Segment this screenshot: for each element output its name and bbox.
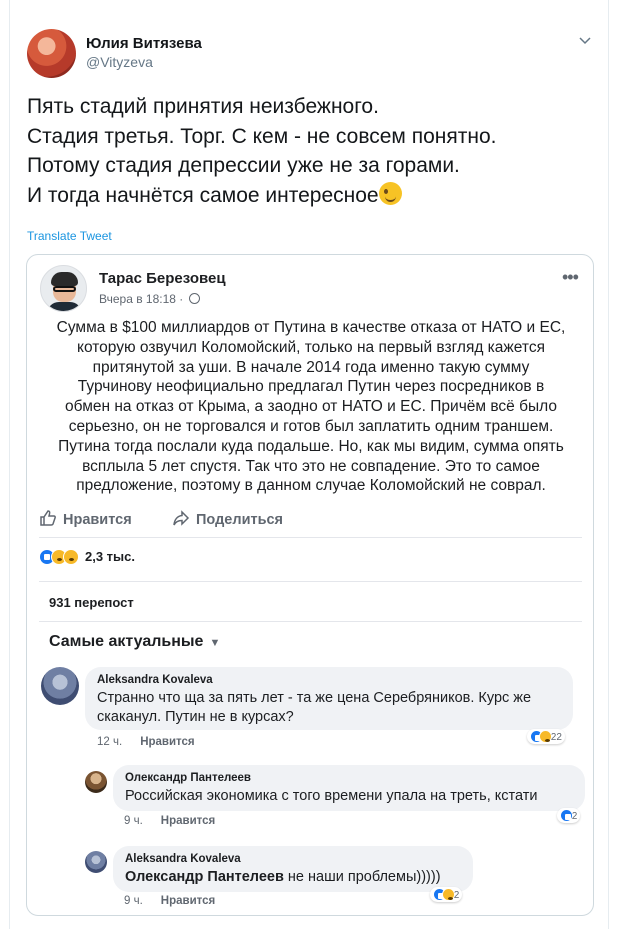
comment-reactions[interactable]: 22 xyxy=(527,729,565,744)
commenter-avatar[interactable] xyxy=(85,771,107,793)
like-reaction-icon xyxy=(560,809,573,822)
comment-mention[interactable]: Олександр Пантелеев xyxy=(125,869,284,885)
commenter-avatar[interactable] xyxy=(41,667,79,705)
fb-text-line: Путина тогда послали куда подальше. Но, … xyxy=(58,437,564,455)
fb-text-line: притянутой за уши. В начале 2014 года им… xyxy=(92,358,530,376)
wow-reaction-icon xyxy=(63,549,79,565)
fb-text-line: Сумма в $100 миллиардов от Путина в каче… xyxy=(56,319,566,336)
fb-text-line: предложение, поэтому в данном случае Кол… xyxy=(76,477,546,495)
commenter-name[interactable]: Aleksandra Kovaleva xyxy=(125,853,461,865)
comment-like-button[interactable]: Нравится xyxy=(140,736,194,748)
share-label: Поделиться xyxy=(196,512,284,528)
comment-like-button[interactable]: Нравится xyxy=(161,895,215,907)
tweet-line: Пять стадий принятия неизбежного. xyxy=(27,95,379,118)
tweet-line: Стадия третья. Торг. С кем - не совсем п… xyxy=(27,124,497,148)
comment-reactions[interactable]: 2 xyxy=(557,808,581,823)
tweet-line: Потому стадия депрессии уже не за горами… xyxy=(27,154,460,177)
comment-time[interactable]: 9 ч. xyxy=(124,895,143,907)
embedded-facebook-post[interactable]: Тарас Березовец Вчера в 18:18 · ••• Сумм… xyxy=(26,254,594,916)
author-avatar[interactable] xyxy=(27,29,76,78)
comment-bubble: Олександр Пантелеев Российская экономика… xyxy=(113,765,585,811)
comment-sort-dropdown[interactable]: Самые актуальные ▼ xyxy=(49,633,220,651)
fb-text-line: Турчинову неофициально предлагал Путин ч… xyxy=(77,378,545,396)
comment-reaction-count: 22 xyxy=(550,732,562,743)
comment-text: не наши проблемы))))) xyxy=(283,869,441,885)
globe-icon xyxy=(188,293,200,304)
comment-line: Российская экономика с того времени упал… xyxy=(125,788,538,804)
like-button[interactable]: Нравится xyxy=(39,509,132,528)
comment-time[interactable]: 12 ч. xyxy=(97,736,122,748)
fb-text-line: которую озвучил Коломойский, только на п… xyxy=(77,338,545,356)
fb-time-text: Вчера в 18:18 · xyxy=(99,292,184,306)
comment-time[interactable]: 9 ч. xyxy=(124,815,143,827)
tweet-line-last: И тогда начнётся самое интересное xyxy=(27,181,587,211)
divider xyxy=(39,621,582,622)
fb-text-line: обмен на отказ от Крыма, а заодно от НАТ… xyxy=(65,398,557,416)
sort-label: Самые актуальные xyxy=(49,633,204,650)
like-label: Нравится xyxy=(63,512,132,528)
author-name[interactable]: Юлия Витязева xyxy=(86,35,202,52)
reactions-summary[interactable]: 2,3 тыс. xyxy=(39,549,135,567)
fb-action-bar: Нравится Поделиться xyxy=(27,505,593,531)
share-button[interactable]: Поделиться xyxy=(172,509,283,528)
fb-text-line: всплыла 5 лет спустя. Так что это не сов… xyxy=(82,457,540,475)
fb-post-time[interactable]: Вчера в 18:18 · xyxy=(99,292,200,306)
comment-line: Странно что ща за пять лет - та же цена … xyxy=(97,690,532,706)
haha-reaction-icon xyxy=(442,888,455,901)
divider xyxy=(39,537,582,538)
comment-bubble: Aleksandra Kovaleva Олександр Пантелеев … xyxy=(113,846,473,892)
divider xyxy=(39,581,582,582)
winking-face-emoji xyxy=(378,181,402,205)
commenter-name[interactable]: Олександр Пантелеев xyxy=(125,772,573,784)
chevron-down-icon: ▼ xyxy=(209,637,221,649)
comment-like-button[interactable]: Нравится xyxy=(161,815,215,827)
tweet: Юлия Витязева @Vityzeva Пять стадий прин… xyxy=(9,0,609,929)
comment-line: скаканул. Путин не в курсах? xyxy=(97,709,294,725)
tweet-line-text: И тогда начнётся самое интересное xyxy=(27,183,379,207)
commenter-name[interactable]: Aleksandra Kovaleva xyxy=(97,674,561,686)
fb-text-line: серьезно, он не торговался и готов был з… xyxy=(68,417,554,435)
haha-reaction-icon xyxy=(539,730,552,743)
fb-author-avatar[interactable] xyxy=(40,265,87,312)
comment-line: Олександр Пантелеев не наши проблемы))))… xyxy=(125,868,461,887)
author-handle[interactable]: @Vityzeva xyxy=(86,54,153,70)
comment-meta: 9 ч. Нравится xyxy=(124,815,215,827)
more-options-icon[interactable]: ••• xyxy=(562,267,579,288)
tweet-text: Пять стадий принятия неизбежного. Стадия… xyxy=(27,92,587,210)
fb-post-text: Сумма в $100 миллиардов от Путина в каче… xyxy=(41,318,581,496)
translate-tweet-link[interactable]: Translate Tweet xyxy=(27,229,112,243)
chevron-down-icon[interactable] xyxy=(578,33,592,47)
comment-meta: 9 ч. Нравится xyxy=(124,895,215,907)
comment-meta: 12 ч. Нравится xyxy=(97,736,195,748)
comment-reactions[interactable]: 2 xyxy=(430,887,463,902)
fb-author-name[interactable]: Тарас Березовец xyxy=(99,270,226,287)
reactions-count: 2,3 тыс. xyxy=(85,549,135,564)
reposts-count[interactable]: 931 перепост xyxy=(49,595,134,610)
comment-bubble: Aleksandra Kovaleva Странно что ща за пя… xyxy=(85,667,573,730)
share-arrow-icon xyxy=(173,510,190,526)
thumbs-up-icon xyxy=(40,510,56,526)
commenter-avatar[interactable] xyxy=(85,851,107,873)
